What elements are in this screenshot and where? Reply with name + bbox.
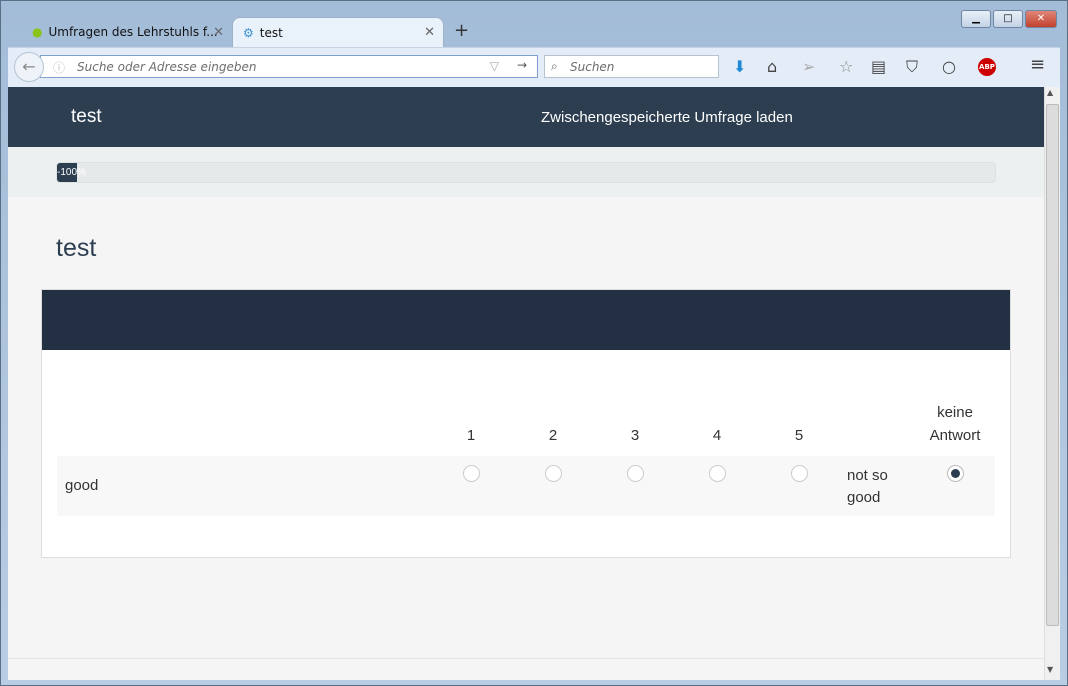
scroll-down-icon[interactable]: ▼ bbox=[1047, 665, 1053, 674]
radio-no-answer[interactable] bbox=[947, 465, 964, 482]
close-tab-icon[interactable]: ✕ bbox=[424, 25, 435, 40]
search-icon: ⌕ bbox=[551, 59, 558, 73]
radio-3[interactable] bbox=[627, 465, 644, 482]
url-bar[interactable]: ⓘ Suche oder Adresse eingeben ▽ → bbox=[40, 55, 538, 78]
column-header: 1 bbox=[466, 427, 476, 444]
minimize-button[interactable]: ▁ bbox=[961, 10, 991, 28]
chat-icon[interactable]: ○ bbox=[942, 57, 956, 76]
radio-4[interactable] bbox=[709, 465, 726, 482]
scrollbar-thumb[interactable] bbox=[1046, 104, 1059, 626]
url-placeholder: Suche oder Adresse eingeben bbox=[77, 60, 257, 74]
brand-link[interactable]: test bbox=[71, 106, 102, 128]
row-right-label: not so good bbox=[847, 467, 888, 506]
load-saved-survey-link[interactable]: Zwischengespeicherte Umfrage laden bbox=[541, 109, 793, 126]
adblock-icon[interactable]: ABP bbox=[978, 58, 996, 76]
tab-umfragen[interactable]: ● Umfragen des Lehrstuhls f... ✕ bbox=[22, 17, 232, 47]
back-button[interactable]: ← bbox=[14, 52, 44, 82]
bookmark-star-icon[interactable]: ☆ bbox=[839, 57, 853, 76]
card-header bbox=[42, 290, 1010, 350]
row-left-label: good bbox=[65, 477, 99, 494]
download-icon[interactable]: ⬇ bbox=[733, 57, 746, 76]
maximize-button[interactable]: □ bbox=[993, 10, 1023, 28]
home-icon[interactable]: ⌂ bbox=[767, 57, 777, 76]
column-header: 4 bbox=[712, 427, 722, 444]
progress-bar: -100% bbox=[56, 162, 996, 183]
search-input[interactable]: ⌕ Suchen bbox=[544, 55, 719, 78]
search-placeholder: Suchen bbox=[570, 60, 615, 74]
new-tab-button[interactable]: + bbox=[454, 20, 469, 41]
radio-1[interactable] bbox=[463, 465, 480, 482]
send-icon[interactable]: ➢ bbox=[802, 57, 815, 76]
table-row: good not so good bbox=[57, 456, 995, 516]
column-header: 2 bbox=[548, 427, 558, 444]
menu-icon[interactable]: ≡ bbox=[1030, 54, 1045, 75]
column-header: 5 bbox=[794, 427, 804, 444]
column-header-no-answer: Antwort bbox=[929, 427, 981, 444]
column-header-no-answer: keine bbox=[937, 404, 973, 421]
question-card: 1 2 3 4 5 keine Antwort good not so good bbox=[41, 289, 1011, 558]
page-content: test Zwischengespeicherte Umfrage laden … bbox=[8, 87, 1044, 680]
pocket-icon[interactable]: ⛉ bbox=[906, 57, 918, 77]
footer-divider bbox=[8, 658, 1044, 659]
progress-fill: -100% bbox=[57, 163, 86, 182]
tab-test[interactable]: ⚙ test ✕ bbox=[232, 17, 444, 47]
tab-label: test bbox=[259, 25, 283, 40]
radio-2[interactable] bbox=[545, 465, 562, 482]
radio-5[interactable] bbox=[791, 465, 808, 482]
go-arrow-icon[interactable]: → bbox=[517, 58, 527, 72]
lime-icon: ● bbox=[32, 25, 43, 39]
close-tab-icon[interactable]: ✕ bbox=[213, 25, 224, 40]
column-header: 3 bbox=[630, 427, 640, 444]
reading-list-icon[interactable]: ▤ bbox=[871, 57, 886, 76]
info-icon: ⓘ bbox=[53, 61, 66, 75]
site-icon: ⚙ bbox=[243, 25, 254, 40]
dropdown-icon[interactable]: ▽ bbox=[490, 59, 499, 73]
close-window-button[interactable]: ✕ bbox=[1025, 10, 1057, 28]
site-header: test Zwischengespeicherte Umfrage laden bbox=[8, 87, 1044, 147]
survey-title: test bbox=[56, 234, 97, 262]
scroll-up-icon[interactable]: ▲ bbox=[1047, 88, 1053, 97]
tab-label: Umfragen des Lehrstuhls f... bbox=[48, 25, 218, 39]
